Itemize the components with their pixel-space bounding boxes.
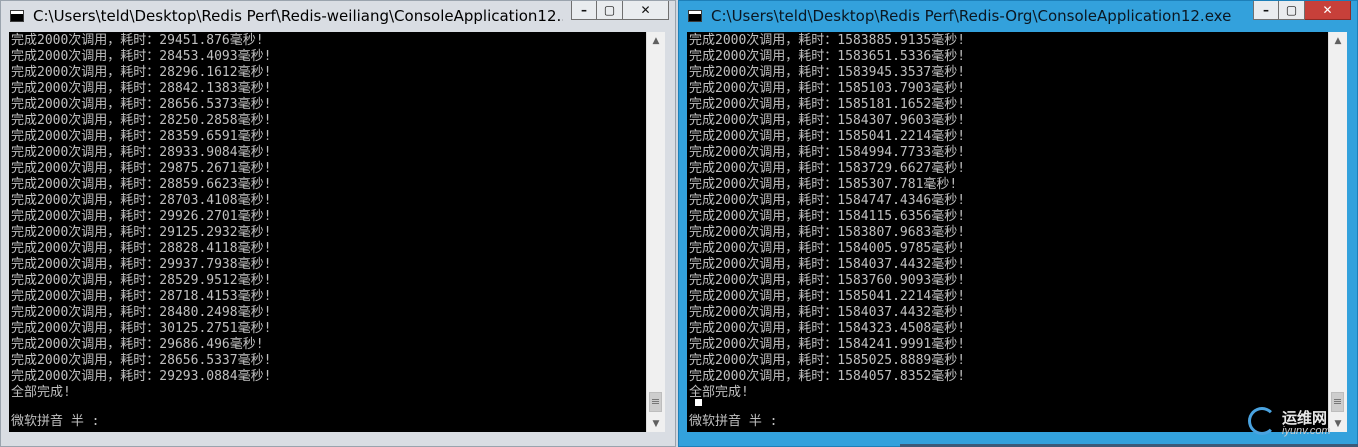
console-line: 完成2000次调用，耗时：1585103.7903毫秒! [689, 81, 966, 96]
console-window-weiliang[interactable]: C:\Users\teld\Desktop\Redis Perf\Redis-w… [0, 0, 676, 447]
console-line: 完成2000次调用，耗时：1584307.9603毫秒! [689, 113, 966, 128]
maximize-button[interactable]: ▢ [1279, 1, 1305, 20]
console-line: 完成2000次调用，耗时：1585307.781毫秒! [689, 177, 958, 192]
console-line: 完成2000次调用，耗时：28718.4153毫秒! [11, 289, 272, 304]
console-line: 完成2000次调用，耗时：1584994.7733毫秒! [689, 145, 966, 160]
console-line: 完成2000次调用，耗时：1583729.6627毫秒! [689, 161, 966, 176]
console-line: 完成2000次调用，耗时：28250.2858毫秒! [11, 113, 272, 128]
console-line: 完成2000次调用，耗时：29451.876毫秒! [11, 33, 264, 48]
watermark-logo-icon [1248, 407, 1276, 435]
vertical-scrollbar[interactable]: ▲ ▼ [1328, 32, 1347, 432]
console-line: 完成2000次调用，耗时：1583760.9093毫秒! [689, 273, 966, 288]
console-line: 完成2000次调用，耗时：1585025.8889毫秒! [689, 353, 966, 368]
scroll-thumb[interactable] [649, 392, 662, 412]
console-line: 完成2000次调用，耗时：28828.4118毫秒! [11, 241, 272, 256]
console-line: 完成2000次调用，耗时：28656.5337毫秒! [11, 353, 272, 368]
ime-status: 微软拼音 半 : [11, 414, 100, 429]
cursor-block [695, 399, 702, 406]
console-line: 完成2000次调用，耗时：1585041.2214毫秒! [689, 289, 966, 304]
console-line: 全部完成! [11, 385, 71, 400]
console-line: 完成2000次调用，耗时：30125.2751毫秒! [11, 321, 272, 336]
console-app-icon[interactable] [10, 10, 24, 22]
console-line: 完成2000次调用，耗时：29125.2932毫秒! [11, 225, 272, 240]
console-line: 完成2000次调用，耗时：1583651.5336毫秒! [689, 49, 966, 64]
console-output[interactable]: 完成2000次调用，耗时：29451.876毫秒! 完成2000次调用，耗时：28… [9, 32, 647, 432]
window-title: C:\Users\teld\Desktop\Redis Perf\Redis-w… [33, 7, 563, 25]
console-line: 完成2000次调用，耗时：28296.1612毫秒! [11, 65, 272, 80]
console-line: 完成2000次调用，耗时：28656.5373毫秒! [11, 97, 272, 112]
vertical-scrollbar[interactable]: ▲ ▼ [646, 32, 665, 432]
scroll-down-arrow-icon[interactable]: ▼ [647, 415, 665, 432]
console-line: 完成2000次调用，耗时：1585041.2214毫秒! [689, 129, 966, 144]
console-line: 完成2000次调用，耗时：28529.9512毫秒! [11, 273, 272, 288]
console-lines: 完成2000次调用，耗时：1583885.9135毫秒! 完成2000次调用，耗时… [689, 33, 965, 401]
console-line: 完成2000次调用，耗时：28480.2498毫秒! [11, 305, 272, 320]
console-line: 完成2000次调用，耗时：1584241.9991毫秒! [689, 337, 966, 352]
console-app-icon[interactable] [688, 10, 702, 22]
console-line: 完成2000次调用，耗时：28453.4093毫秒! [11, 49, 272, 64]
console-line: 完成2000次调用，耗时：1583885.9135毫秒! [689, 33, 966, 48]
console-window-org[interactable]: C:\Users\teld\Desktop\Redis Perf\Redis-O… [678, 0, 1358, 447]
window-bottom-border [1, 432, 675, 446]
close-button[interactable]: ✕ [623, 1, 669, 20]
console-line: 全部完成! [689, 385, 749, 400]
console-line: 完成2000次调用，耗时：28933.9084毫秒! [11, 145, 272, 160]
console-line: 完成2000次调用，耗时：1584037.4432毫秒! [689, 257, 966, 272]
console-line: 完成2000次调用，耗时：1584037.4432毫秒! [689, 305, 966, 320]
titlebar[interactable]: C:\Users\teld\Desktop\Redis Perf\Redis-O… [679, 1, 1357, 32]
close-button[interactable]: ✕ [1305, 1, 1351, 20]
console-line: 完成2000次调用，耗时：1583807.9683毫秒! [689, 225, 966, 240]
scroll-up-arrow-icon[interactable]: ▲ [647, 32, 665, 49]
console-line: 完成2000次调用，耗时：29875.2671毫秒! [11, 161, 272, 176]
scroll-up-arrow-icon[interactable]: ▲ [1329, 32, 1347, 49]
console-line: 完成2000次调用，耗时：1584323.4508毫秒! [689, 321, 966, 336]
console-line: 完成2000次调用，耗时：28859.6623毫秒! [11, 177, 272, 192]
watermark: 运维网 iyunv.com [1248, 405, 1354, 441]
watermark-url: iyunv.com [1282, 425, 1331, 437]
minimize-button[interactable]: – [1253, 1, 1279, 20]
console-line: 完成2000次调用，耗时：28842.1383毫秒! [11, 81, 272, 96]
console-line: 完成2000次调用，耗时：1583945.3537毫秒! [689, 65, 966, 80]
console-line: 完成2000次调用，耗时：28359.6591毫秒! [11, 129, 272, 144]
console-line: 完成2000次调用，耗时：29293.0884毫秒! [11, 369, 272, 384]
console-line: 完成2000次调用，耗时：29686.496毫秒! [11, 337, 264, 352]
ime-status: 微软拼音 半 : [689, 414, 778, 429]
console-line: 完成2000次调用，耗时：28703.4108毫秒! [11, 193, 272, 208]
window-controls: – ▢ ✕ [1253, 1, 1351, 21]
console-line: 完成2000次调用，耗时：1584747.4346毫秒! [689, 193, 966, 208]
console-line: 完成2000次调用，耗时：29937.7938毫秒! [11, 257, 272, 272]
console-output[interactable]: 完成2000次调用，耗时：1583885.9135毫秒! 完成2000次调用，耗时… [687, 32, 1329, 432]
console-line: 完成2000次调用，耗时：1584115.6356毫秒! [689, 209, 966, 224]
window-title: C:\Users\teld\Desktop\Redis Perf\Redis-O… [711, 7, 1232, 25]
console-lines: 完成2000次调用，耗时：29451.876毫秒! 完成2000次调用，耗时：28… [11, 33, 271, 401]
console-line: 完成2000次调用，耗时：1585181.1652毫秒! [689, 97, 966, 112]
minimize-button[interactable]: – [571, 1, 597, 20]
maximize-button[interactable]: ▢ [597, 1, 623, 20]
titlebar[interactable]: C:\Users\teld\Desktop\Redis Perf\Redis-w… [1, 1, 675, 32]
grip-icon [652, 399, 659, 405]
console-line: 完成2000次调用，耗时：1584005.9785毫秒! [689, 241, 966, 256]
console-line: 完成2000次调用，耗时：29926.2701毫秒! [11, 209, 272, 224]
console-line: 完成2000次调用，耗时：1584057.8352毫秒! [689, 369, 966, 384]
window-controls: – ▢ ✕ [571, 1, 669, 21]
